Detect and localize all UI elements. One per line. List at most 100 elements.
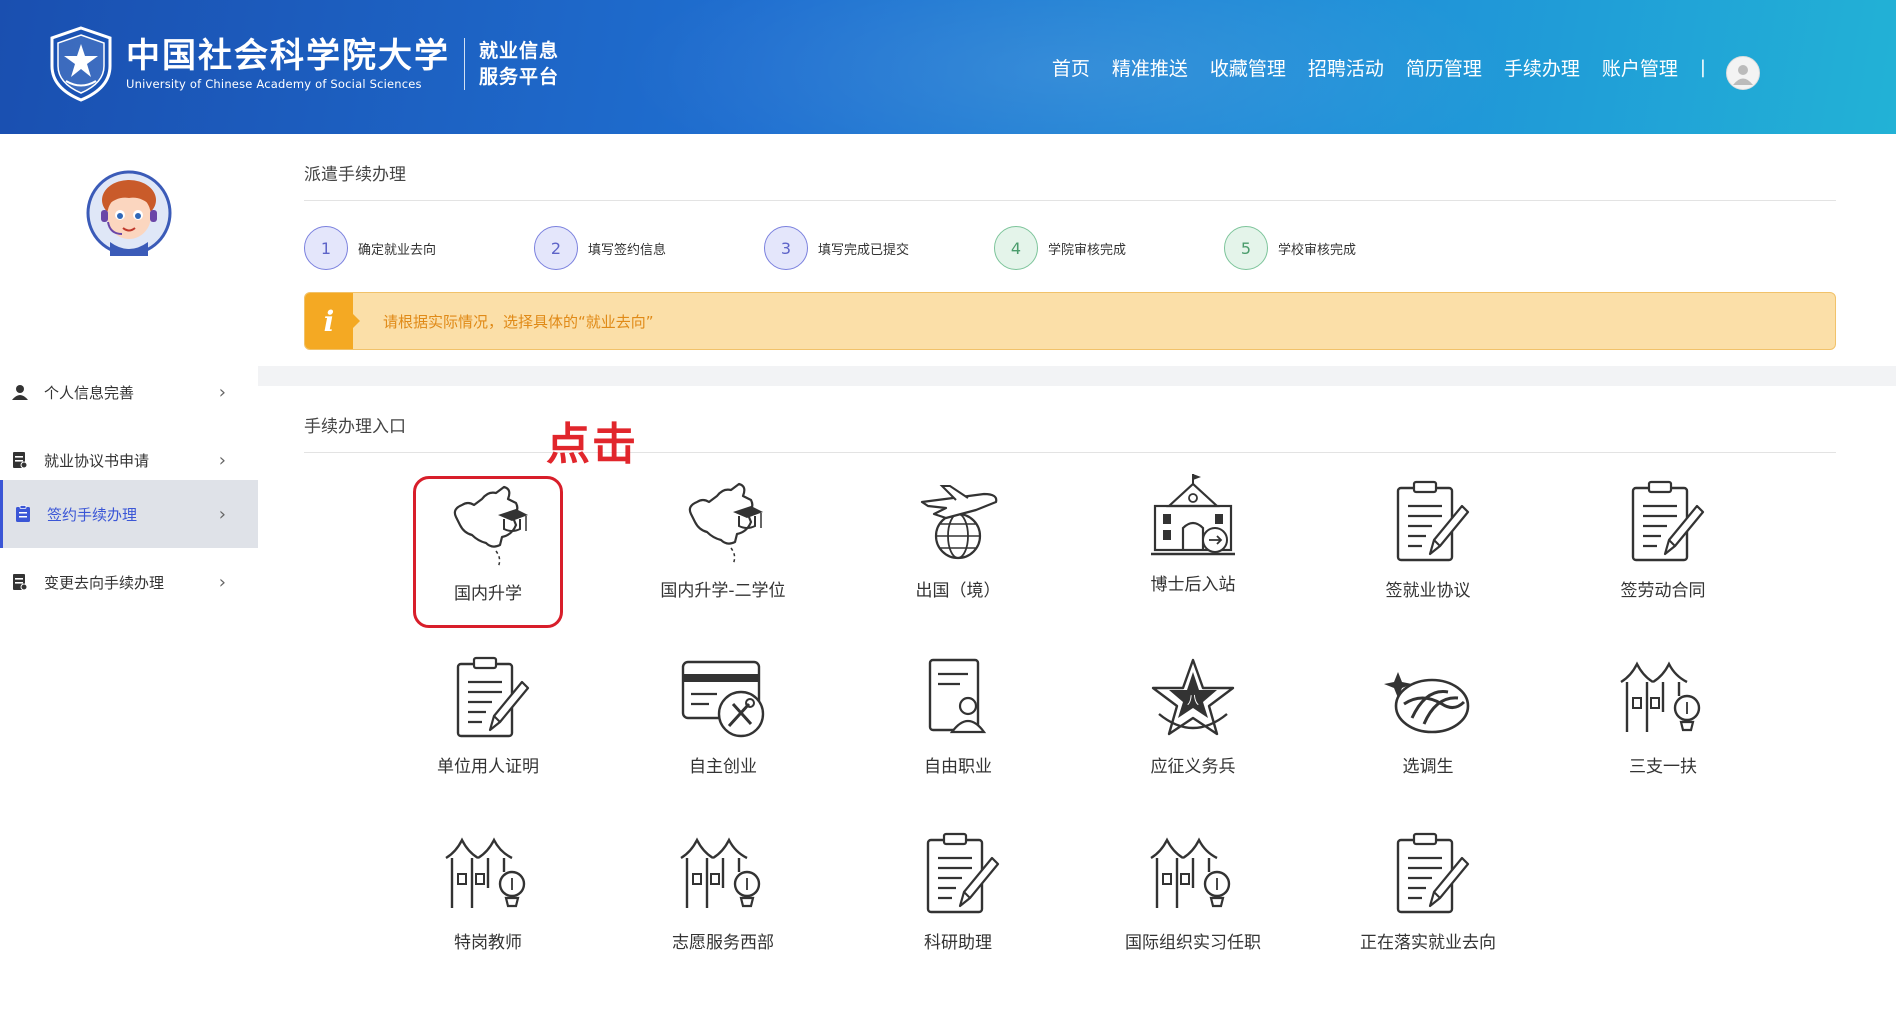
document-pen-icon bbox=[1382, 476, 1474, 568]
tile-label: 选调生 bbox=[1402, 757, 1454, 777]
village-bulb-icon bbox=[1147, 828, 1239, 920]
school-name-cn: 中国社会科学院大学 bbox=[126, 36, 450, 76]
sidebar-item-label: 个人信息完善 bbox=[44, 383, 135, 402]
army-star-emblem-icon bbox=[1147, 652, 1239, 744]
nav-precise-push[interactable]: 精准推送 bbox=[1112, 54, 1188, 81]
logo-divider bbox=[464, 38, 465, 90]
nav-recruitment[interactable]: 招聘活动 bbox=[1308, 54, 1384, 81]
top-navigation: 首页 精准推送 收藏管理 招聘活动 简历管理 手续办理 账户管理 | bbox=[1030, 54, 1706, 81]
tile-postdoc[interactable]: 博士后入站 bbox=[1118, 470, 1268, 622]
sidebar-item-label: 签约手续办理 bbox=[47, 505, 138, 524]
notice-text: 请根据实际情况，选择具体的“就业去向” bbox=[383, 312, 654, 331]
tile-western-volunteer[interactable]: 志愿服务西部 bbox=[648, 828, 798, 980]
step-number: 2 bbox=[534, 226, 578, 270]
step-label: 确定就业去向 bbox=[358, 242, 437, 258]
tile-employer-certificate[interactable]: 单位用人证明 bbox=[413, 652, 563, 804]
site-logo[interactable]: 中国社会科学院大学 University of Chinese Academy … bbox=[48, 26, 559, 102]
nav-separator: | bbox=[1699, 57, 1706, 78]
tile-domestic-second-degree[interactable]: 国内升学-二学位 bbox=[648, 476, 798, 628]
step-3: 3 填写完成已提交 bbox=[764, 226, 994, 270]
tile-label: 自主创业 bbox=[689, 757, 757, 777]
nav-account[interactable]: 账户管理 bbox=[1602, 54, 1678, 81]
step-number: 3 bbox=[764, 226, 808, 270]
tile-label: 志愿服务西部 bbox=[672, 933, 774, 953]
sidebar-item-change-destination[interactable]: 变更去向手续办理 › bbox=[0, 548, 258, 616]
sidebar-item-label: 就业协议书申请 bbox=[44, 451, 150, 470]
tile-label: 出国（境） bbox=[915, 581, 1001, 601]
sidebar-item-label: 变更去向手续办理 bbox=[44, 573, 165, 592]
document-pen-icon bbox=[1617, 476, 1709, 568]
id-card-person-icon bbox=[912, 652, 1004, 744]
platform-name-line2: 服务平台 bbox=[479, 66, 560, 88]
sidebar-item-signing-procedures[interactable]: 签约手续办理 › bbox=[0, 480, 258, 548]
tile-military-service[interactable]: 应征义务兵 bbox=[1118, 652, 1268, 804]
tile-label: 自由职业 bbox=[924, 757, 992, 777]
top-header: 中国社会科学院大学 University of Chinese Academy … bbox=[0, 0, 1896, 134]
default-user-icon bbox=[1733, 65, 1753, 85]
tile-employment-agreement[interactable]: 签就业协议 bbox=[1353, 476, 1503, 628]
document-pen-icon bbox=[912, 828, 1004, 920]
tile-special-post-teacher[interactable]: 特岗教师 bbox=[413, 828, 563, 980]
airplane-globe-icon bbox=[912, 476, 1004, 568]
tile-label: 正在落实就业去向 bbox=[1360, 933, 1496, 953]
tile-label: 单位用人证明 bbox=[437, 757, 539, 777]
chevron-right-icon: › bbox=[218, 449, 226, 471]
step-number: 5 bbox=[1224, 226, 1268, 270]
step-4: 4 学院审核完成 bbox=[994, 226, 1224, 270]
school-name-en: University of Chinese Academy of Social … bbox=[126, 77, 422, 91]
step-label: 学院审核完成 bbox=[1048, 242, 1127, 258]
tile-label: 特岗教师 bbox=[454, 933, 522, 953]
step-label: 学校审核完成 bbox=[1278, 242, 1357, 258]
tile-label: 签就业协议 bbox=[1385, 581, 1471, 601]
step-2: 2 填写签约信息 bbox=[534, 226, 764, 270]
tile-selected-graduate[interactable]: 选调生 bbox=[1353, 652, 1503, 804]
tile-self-employment[interactable]: 自主创业 bbox=[648, 652, 798, 804]
notice-banner: i 请根据实际情况，选择具体的“就业去向” bbox=[304, 292, 1836, 350]
user-avatar[interactable] bbox=[1726, 56, 1760, 90]
logo-text: 中国社会科学院大学 University of Chinese Academy … bbox=[126, 36, 450, 92]
tile-label: 国内升学-二学位 bbox=[660, 581, 786, 601]
nav-favorites[interactable]: 收藏管理 bbox=[1210, 54, 1286, 81]
tile-three-supports[interactable]: 三支一扶 bbox=[1588, 652, 1738, 804]
assistant-avatar bbox=[86, 170, 172, 256]
platform-name-line1: 就业信息 bbox=[479, 40, 560, 62]
nav-procedures[interactable]: 手续办理 bbox=[1504, 54, 1580, 81]
institute-building-icon bbox=[1147, 470, 1239, 562]
china-map-graduation-icon bbox=[677, 476, 769, 568]
tile-label: 博士后入站 bbox=[1150, 575, 1236, 595]
tile-label: 科研助理 bbox=[924, 933, 992, 953]
tile-domestic-further-study[interactable]: 国内升学 bbox=[413, 476, 563, 628]
document-pen-icon bbox=[1382, 828, 1474, 920]
sidebar: 个人信息完善 › 就业协议书申请 › 签约手续办理 › 变更去向手续办理 › bbox=[0, 134, 258, 1023]
info-icon: i bbox=[305, 293, 360, 349]
tile-research-assistant[interactable]: 科研助理 bbox=[883, 828, 1033, 980]
chevron-right-icon: › bbox=[218, 571, 226, 593]
sidebar-item-personal-info[interactable]: 个人信息完善 › bbox=[0, 358, 258, 426]
document-icon bbox=[10, 450, 30, 470]
divider bbox=[304, 452, 1836, 453]
tile-pending-employment[interactable]: 正在落实就业去向 bbox=[1353, 828, 1503, 980]
tile-label: 国际组织实习任职 bbox=[1125, 933, 1261, 953]
tile-labor-contract[interactable]: 签劳动合同 bbox=[1588, 476, 1738, 628]
china-map-graduation-icon bbox=[442, 479, 534, 571]
clipboard-icon bbox=[13, 504, 33, 524]
step-number: 1 bbox=[304, 226, 348, 270]
dispatch-title: 派遣手续办理 bbox=[304, 165, 406, 185]
dispatch-panel: 派遣手续办理 1 确定就业去向 2 填写签约信息 3 填写完成已提交 4 学院审… bbox=[258, 134, 1896, 366]
tile-label: 三支一扶 bbox=[1629, 757, 1697, 777]
step-number: 4 bbox=[994, 226, 1038, 270]
platform-name: 就业信息 服务平台 bbox=[479, 38, 559, 90]
chevron-right-icon: › bbox=[218, 381, 226, 403]
village-bulb-icon bbox=[1617, 652, 1709, 744]
tile-freelance[interactable]: 自由职业 bbox=[883, 652, 1033, 804]
tile-study-abroad[interactable]: 出国（境） bbox=[883, 476, 1033, 628]
tile-international-organization[interactable]: 国际组织实习任职 bbox=[1118, 828, 1268, 980]
divider bbox=[304, 200, 1836, 201]
card-tools-icon bbox=[677, 652, 769, 744]
progress-steps: 1 确定就业去向 2 填写签约信息 3 填写完成已提交 4 学院审核完成 5 学… bbox=[304, 226, 1454, 270]
nav-home[interactable]: 首页 bbox=[1052, 54, 1090, 81]
document-icon bbox=[10, 572, 30, 592]
document-pen-icon bbox=[442, 652, 534, 744]
click-hint-annotation: 点击 bbox=[546, 419, 638, 470]
nav-resume[interactable]: 简历管理 bbox=[1406, 54, 1482, 81]
